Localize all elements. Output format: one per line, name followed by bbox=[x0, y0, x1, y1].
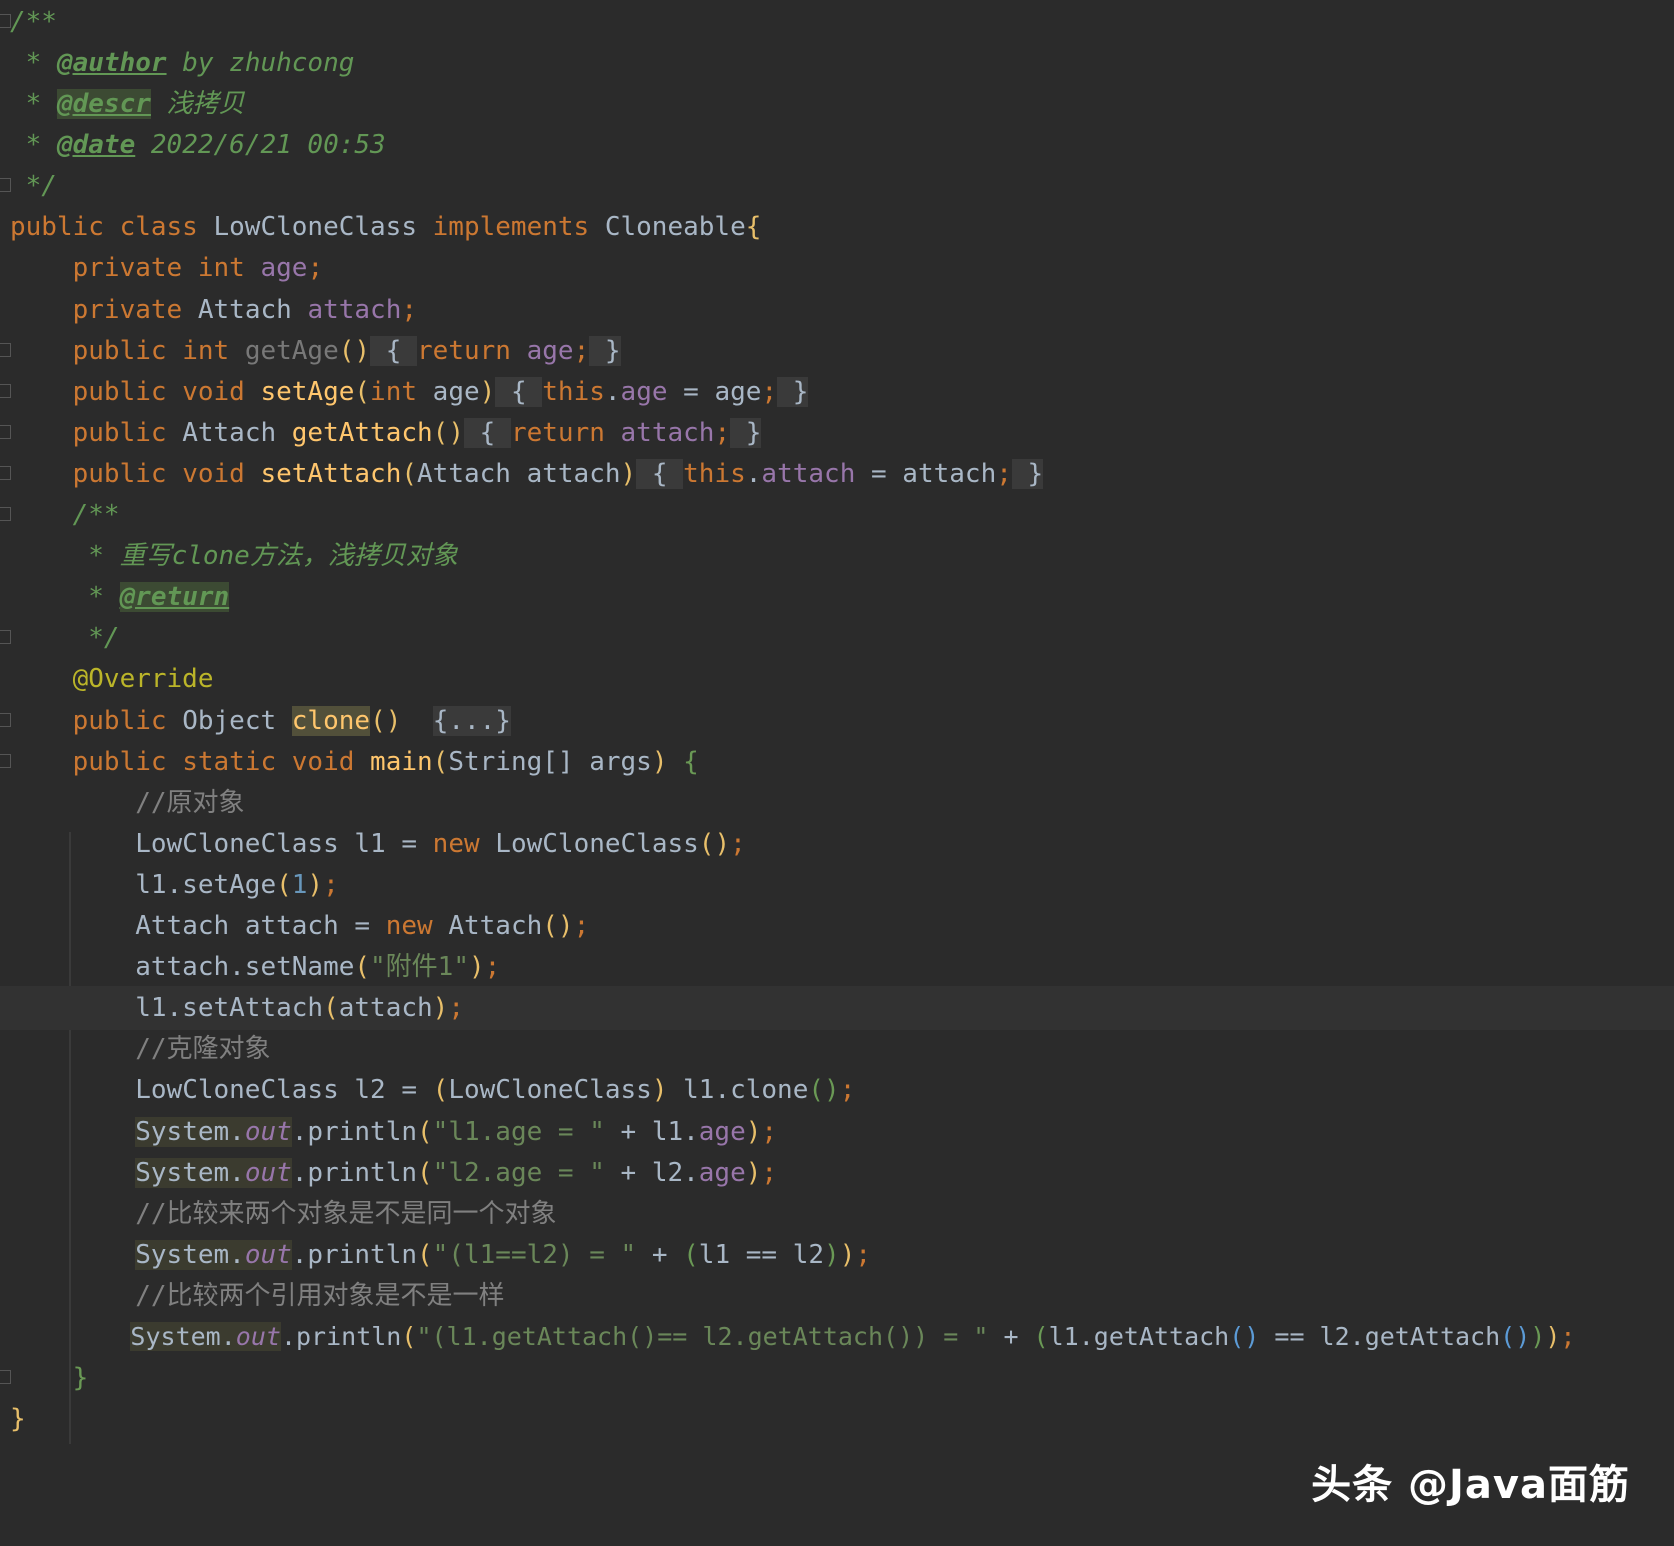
code-line-text: System.out.println("l2.age = " + l2.age)… bbox=[135, 1158, 778, 1188]
code-line[interactable]: public int getAge() { return age; } bbox=[0, 329, 1674, 373]
code-line-text: public Attach getAttach() { return attac… bbox=[72, 418, 762, 448]
code-line[interactable]: System.out.println("l2.age = " + l2.age)… bbox=[0, 1151, 1674, 1195]
code-line-text: } bbox=[72, 1363, 89, 1393]
code-line-text: System.out.println("(l1.getAttach()== l2… bbox=[130, 1322, 1576, 1351]
watermark: 头条 @Java面筋 bbox=[1311, 1462, 1630, 1508]
code-line[interactable]: /** bbox=[0, 493, 1674, 537]
code-line[interactable]: private int age; bbox=[0, 246, 1674, 290]
code-line[interactable]: System.out.println("(l1.getAttach()== l2… bbox=[0, 1315, 1674, 1359]
code-line[interactable]: l1.setAge(1); bbox=[0, 863, 1674, 907]
code-line-text: public int getAge() { return age; } bbox=[72, 336, 621, 366]
doc-tag-date: @date bbox=[56, 130, 136, 160]
code-line-text: * @author by zhuhcong bbox=[10, 48, 355, 78]
code-line[interactable]: */ bbox=[0, 616, 1674, 660]
code-line[interactable]: * @descr 浅拷贝 bbox=[0, 82, 1674, 126]
code-line-text: public static void main(String[] args) { bbox=[72, 747, 699, 777]
code-line-text: //原对象 bbox=[10, 788, 245, 818]
code-line-text: */ bbox=[10, 623, 120, 653]
code-line-text: * 重写clone方法，浅拷贝对象 bbox=[10, 541, 458, 571]
code-line[interactable]: public class LowCloneClass implements Cl… bbox=[0, 205, 1674, 249]
code-line[interactable]: } bbox=[0, 1356, 1674, 1400]
code-editor[interactable]: /** * @author by zhuhcong * @descr 浅拷贝 *… bbox=[0, 0, 1674, 1546]
doc-tag-return: @return bbox=[119, 582, 230, 612]
code-line-text: //克隆对象 bbox=[10, 1034, 271, 1064]
code-line[interactable]: public void setAge(int age) { this.age =… bbox=[0, 370, 1674, 414]
code-line[interactable]: /** bbox=[0, 0, 1674, 44]
code-line[interactable]: public static void main(String[] args) { bbox=[0, 740, 1674, 784]
code-line-text: Attach attach = new Attach(); bbox=[135, 911, 590, 941]
code-line-text: @Override bbox=[10, 664, 214, 694]
code-line-text: * @date 2022/6/21 00:53 bbox=[10, 130, 386, 160]
code-line-text: public class LowCloneClass implements Cl… bbox=[10, 212, 762, 242]
code-line-text: l1.setAttach(attach); bbox=[10, 993, 464, 1023]
code-line[interactable]: * @author by zhuhcong bbox=[0, 41, 1674, 85]
code-line[interactable]: LowCloneClass l1 = new LowCloneClass(); bbox=[0, 822, 1674, 866]
code-line[interactable]: attach.setName("附件1"); bbox=[0, 945, 1674, 989]
code-line[interactable]: //原对象 bbox=[0, 781, 1674, 825]
code-line-text: attach.setName("附件1"); bbox=[10, 952, 501, 982]
code-line[interactable]: * @date 2022/6/21 00:53 bbox=[0, 123, 1674, 167]
code-line-text: //比较两个引用对象是不是一样 bbox=[10, 1281, 505, 1311]
code-line[interactable]: //比较两个引用对象是不是一样 bbox=[0, 1274, 1674, 1318]
code-line[interactable]: private Attach attach; bbox=[0, 288, 1674, 332]
code-line[interactable]: System.out.println("(l1==l2) = " + (l1 =… bbox=[0, 1233, 1674, 1277]
code-line[interactable]: } bbox=[0, 1397, 1674, 1441]
code-line[interactable]: public Object clone() {...} bbox=[0, 699, 1674, 743]
code-line-text: LowCloneClass l1 = new LowCloneClass(); bbox=[135, 829, 746, 859]
code-line-text: LowCloneClass l2 = (LowCloneClass) l1.cl… bbox=[135, 1075, 856, 1105]
code-line-text: //比较来两个对象是不是同一个对象 bbox=[10, 1199, 557, 1229]
code-line[interactable]: public Attach getAttach() { return attac… bbox=[0, 411, 1674, 455]
code-line-current[interactable]: l1.setAttach(attach); bbox=[0, 986, 1674, 1030]
code-line-text: l1.setAge(1); bbox=[10, 870, 339, 900]
code-line-text: public Object clone() {...} bbox=[72, 706, 511, 736]
code-line[interactable]: * 重写clone方法，浅拷贝对象 bbox=[0, 534, 1674, 578]
folded-block: {...} bbox=[432, 706, 511, 736]
code-line[interactable]: * @return bbox=[0, 575, 1674, 619]
code-line-text: private int age; bbox=[72, 253, 324, 283]
code-line-text: /** bbox=[10, 500, 120, 530]
doc-tag-descr: @descr bbox=[56, 89, 151, 119]
code-line[interactable]: public void setAttach(Attach attach) { t… bbox=[0, 452, 1674, 496]
code-line-text: System.out.println("(l1==l2) = " + (l1 =… bbox=[135, 1240, 871, 1270]
code-line-text: } bbox=[10, 1404, 26, 1434]
code-line[interactable]: System.out.println("l1.age = " + l1.age)… bbox=[0, 1110, 1674, 1154]
doc-tag-author: @author bbox=[56, 48, 167, 78]
code-line[interactable]: LowCloneClass l2 = (LowCloneClass) l1.cl… bbox=[0, 1068, 1674, 1112]
code-line[interactable]: //比较来两个对象是不是同一个对象 bbox=[0, 1192, 1674, 1236]
code-line-text: public void setAttach(Attach attach) { t… bbox=[72, 459, 1044, 489]
code-line-text: /** bbox=[10, 7, 57, 37]
code-line-text: */ bbox=[10, 171, 57, 201]
code-line-text: * @descr 浅拷贝 bbox=[10, 89, 245, 119]
code-line-text: * @return bbox=[10, 582, 230, 612]
code-line[interactable]: //克隆对象 bbox=[0, 1027, 1674, 1071]
code-line-text: public void setAge(int age) { this.age =… bbox=[72, 377, 809, 407]
code-line[interactable]: @Override bbox=[0, 657, 1674, 701]
code-line[interactable]: */ bbox=[0, 164, 1674, 208]
code-line[interactable]: Attach attach = new Attach(); bbox=[0, 904, 1674, 948]
code-line-text: System.out.println("l1.age = " + l1.age)… bbox=[135, 1117, 778, 1147]
code-line-text: private Attach attach; bbox=[72, 295, 418, 325]
